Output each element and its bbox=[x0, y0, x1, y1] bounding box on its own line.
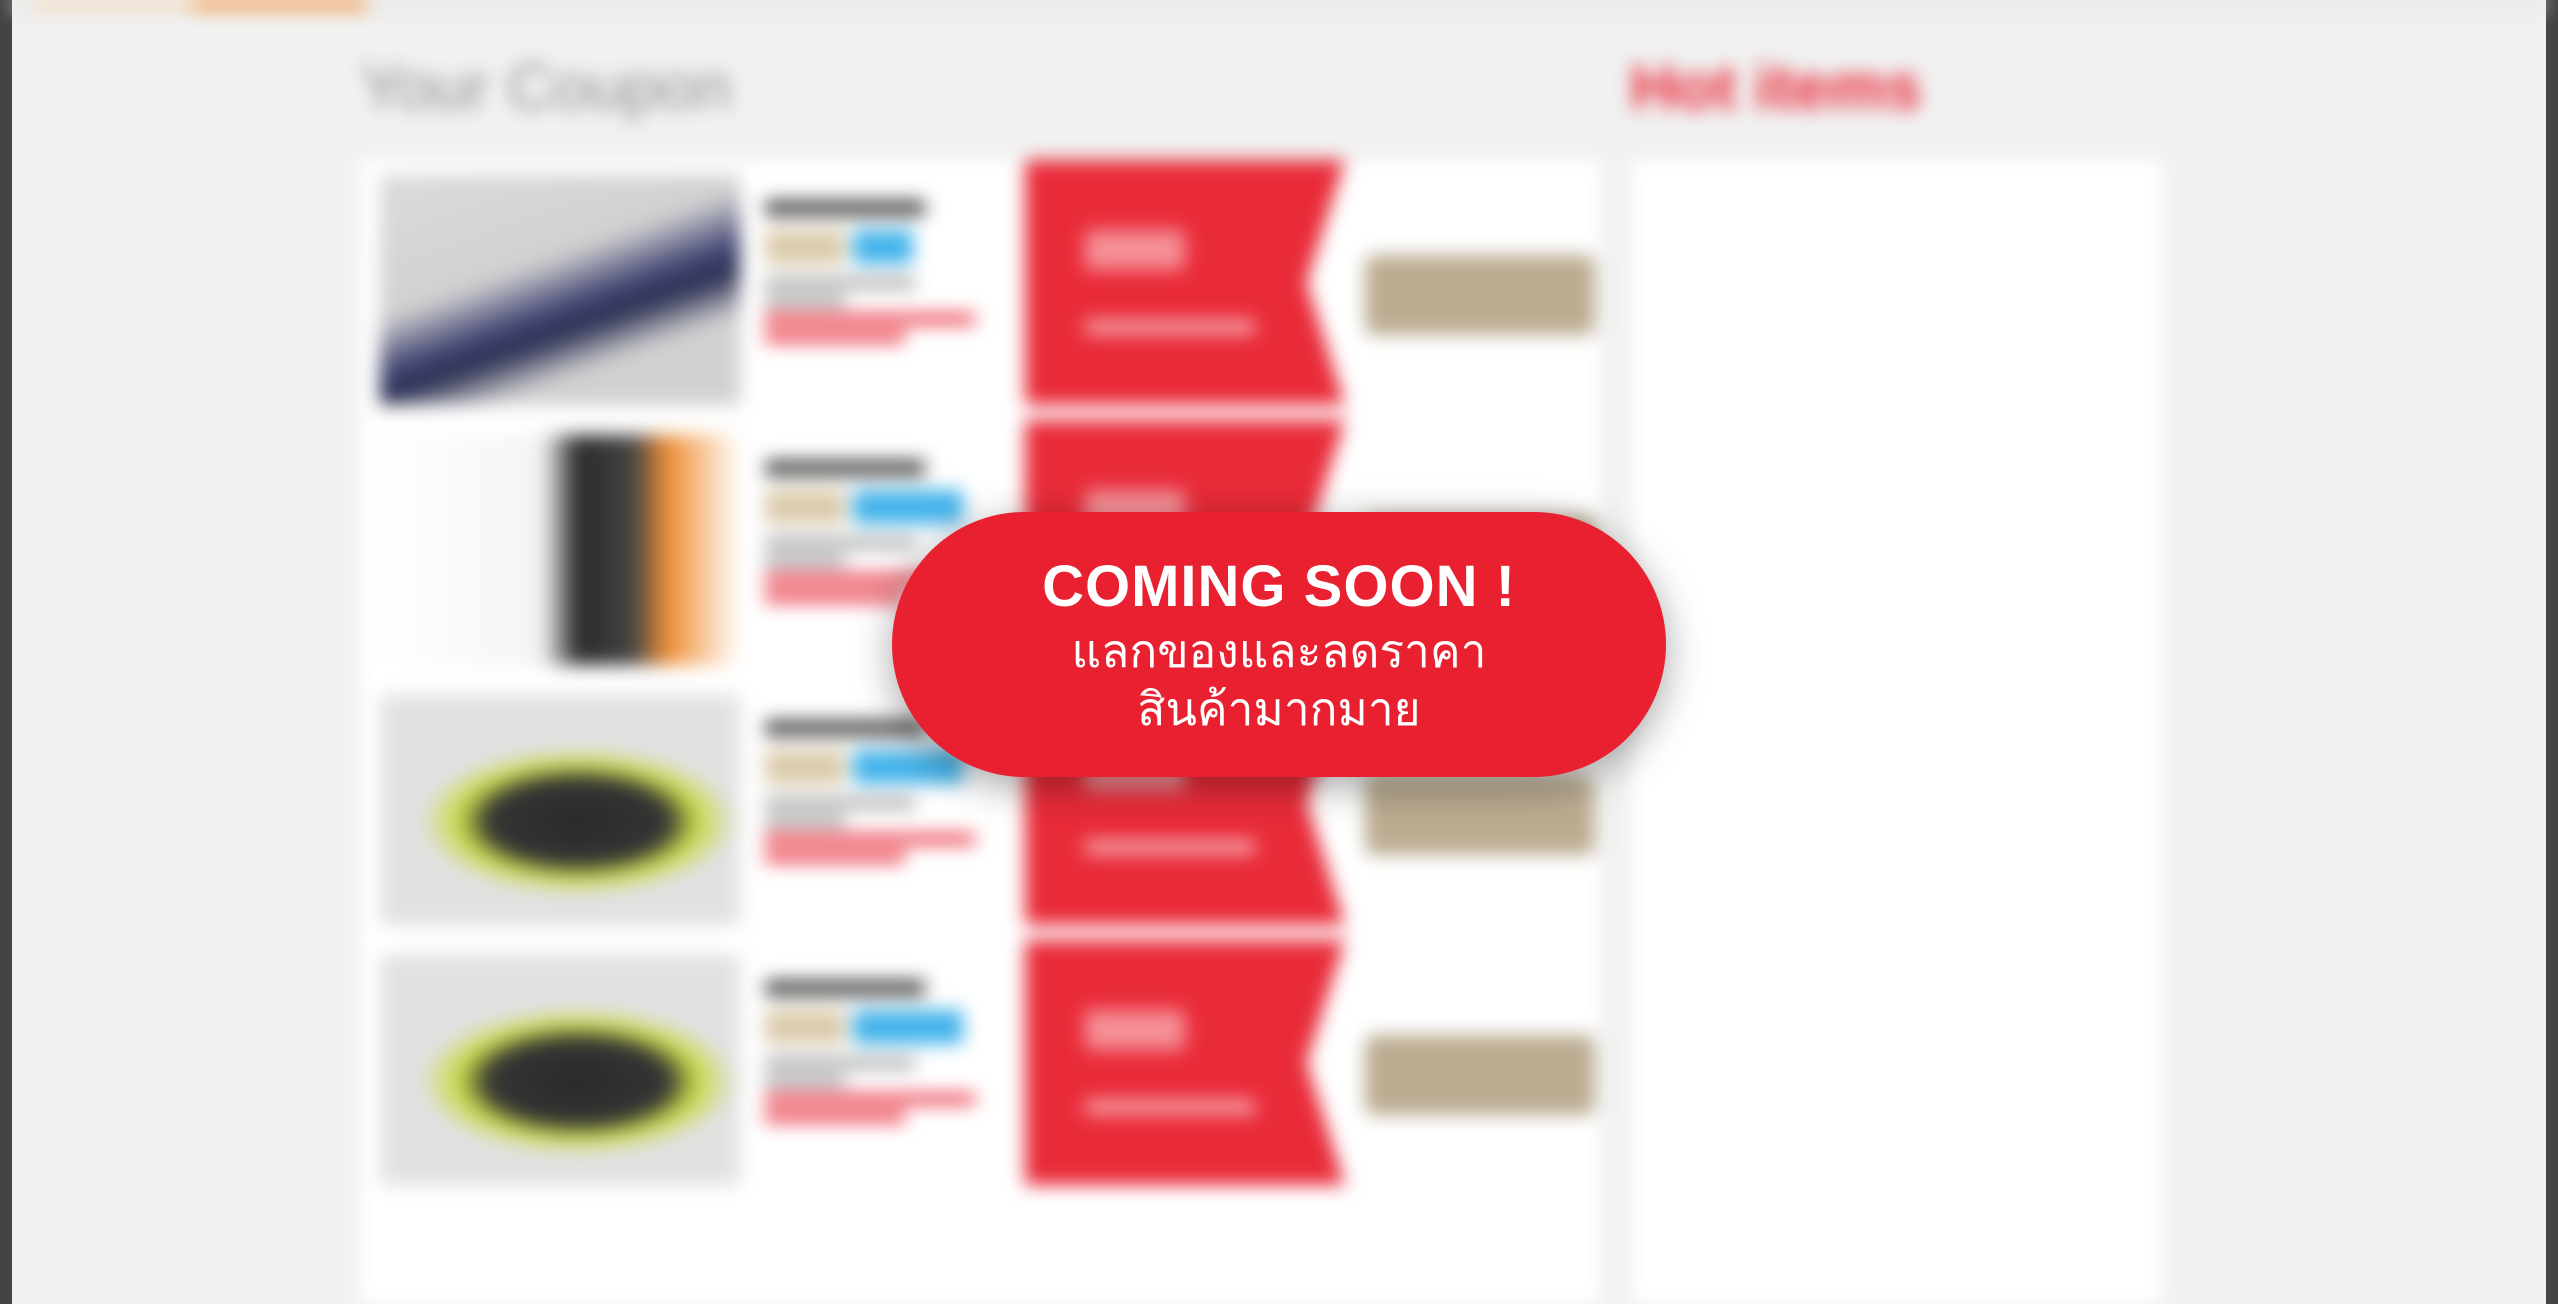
coming-soon-title: COMING SOON ! bbox=[1042, 553, 1516, 619]
coming-soon-line2: สินค้ามากมาย bbox=[1137, 681, 1421, 736]
coming-soon-line1: แลกของและลดราคา bbox=[1071, 623, 1487, 678]
coming-soon-badge: COMING SOON ! แลกของและลดราคา สินค้ามากม… bbox=[892, 512, 1666, 777]
